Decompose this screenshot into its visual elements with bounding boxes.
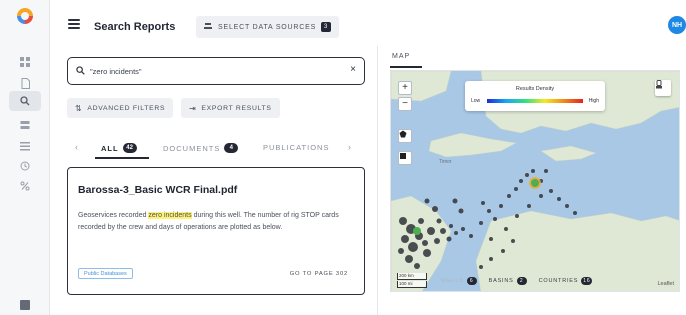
chip-basins[interactable]: BASINS 2	[489, 277, 527, 285]
scale-mi: 100 mi	[397, 281, 427, 288]
landmass-timor	[428, 132, 517, 158]
result-snippet: Geoservices recorded zero incidents duri…	[78, 210, 348, 233]
active-tab-indicator	[95, 157, 149, 159]
chip-countries[interactable]: COUNTRIES 16	[539, 277, 593, 285]
tabs-next-arrow-icon[interactable]: ›	[348, 142, 351, 152]
legend-high-label: High	[588, 98, 599, 104]
map-place-label: Timor	[439, 159, 452, 165]
chip-countries-label: COUNTRIES	[538, 278, 579, 284]
advanced-filters-button[interactable]: ⇅ ADVANCED FILTERS	[67, 98, 174, 118]
chip-basins-count: 2	[516, 277, 527, 285]
collapse-icon[interactable]	[20, 300, 30, 310]
database-icon	[204, 22, 212, 32]
rectangle-icon	[400, 153, 406, 159]
storage-icon[interactable]	[17, 117, 33, 133]
app-logo[interactable]	[17, 8, 33, 24]
data-sources-count-badge: 3	[321, 22, 332, 32]
zoom-out-button[interactable]: −	[398, 97, 412, 111]
export-results-button[interactable]: ⇥ EXPORT RESULTS	[181, 98, 280, 118]
search-nav-icon[interactable]	[9, 91, 41, 111]
map-scale: 200 km 100 mi	[397, 273, 427, 289]
search-icon	[76, 66, 85, 75]
density-legend: Results Density Low High	[465, 81, 605, 111]
result-tabs: ‹ ALL 42 DOCUMENTS 4 PUBLICATIONS ›	[67, 137, 365, 159]
chip-wells-label: WELLS	[441, 278, 464, 284]
nav-rail	[0, 0, 50, 315]
snippet-text-before: Geoservices recorded	[78, 212, 149, 219]
landmass-island	[540, 145, 597, 162]
go-to-page-link[interactable]: GO TO PAGE 302	[290, 271, 348, 277]
hamburger-menu-icon[interactable]	[68, 19, 80, 29]
filter-icon: ⇅	[75, 103, 83, 113]
select-data-sources-label: SELECT DATA SOURCES	[218, 23, 317, 31]
top-header: Search Reports SELECT DATA SOURCES 3 NH	[50, 0, 686, 46]
chip-wells[interactable]: WELLS 6	[441, 277, 477, 285]
polygon-icon	[399, 130, 407, 138]
layers-button[interactable]	[655, 80, 671, 96]
clear-search-icon[interactable]: ×	[350, 64, 356, 75]
map-tab-indicator	[390, 66, 422, 68]
list-icon[interactable]	[17, 138, 33, 154]
map-layer-chips: WELLS 6 BASINS 2 COUNTRIES 16	[441, 274, 621, 288]
highlighted-well-marker[interactable]	[531, 179, 539, 187]
scale-km: 200 km	[397, 273, 427, 280]
tab-documents-count: 4	[224, 143, 239, 153]
draw-polygon-button[interactable]	[398, 129, 412, 143]
layers-icon	[656, 80, 662, 89]
draw-rectangle-button[interactable]	[398, 151, 412, 165]
document-icon[interactable]	[17, 75, 33, 91]
search-input[interactable]	[90, 64, 340, 78]
page-title: Search Reports	[94, 21, 176, 33]
percent-icon[interactable]	[17, 178, 33, 194]
tab-publications-label: PUBLICATIONS	[263, 143, 330, 152]
legend-gradient-bar	[487, 99, 583, 103]
tab-all-count: 42	[122, 143, 137, 153]
map-attribution[interactable]: Leaflet	[657, 281, 674, 287]
tab-all-label: ALL	[101, 143, 119, 153]
secondary-well-marker[interactable]	[413, 227, 421, 235]
app-root: Search Reports SELECT DATA SOURCES 3 NH …	[0, 0, 686, 315]
dashboard-icon[interactable]	[17, 54, 33, 70]
tab-documents[interactable]: DOCUMENTS 4	[163, 143, 239, 153]
select-data-sources-button[interactable]: SELECT DATA SOURCES 3	[196, 16, 340, 38]
zoom-in-button[interactable]: +	[398, 81, 412, 95]
tab-documents-label: DOCUMENTS	[163, 143, 221, 153]
result-title[interactable]: Barossa-3_Basic WCR Final.pdf	[78, 184, 237, 196]
chip-basins-label: BASINS	[488, 278, 514, 284]
panel-divider	[377, 46, 378, 315]
snippet-highlight: zero incidents	[148, 212, 192, 219]
clock-icon[interactable]	[17, 158, 33, 174]
tabs-prev-arrow-icon[interactable]: ‹	[75, 142, 78, 152]
legend-title: Results Density	[515, 86, 555, 92]
user-avatar[interactable]: NH	[668, 16, 686, 34]
map-view[interactable]: Timor + − Results Density Low High 200 k…	[390, 70, 680, 292]
export-icon: ⇥	[189, 103, 197, 113]
tab-publications[interactable]: PUBLICATIONS	[263, 143, 329, 152]
legend-low-label: Low	[471, 98, 481, 104]
chip-countries-count: 16	[581, 277, 593, 285]
map-tab[interactable]: MAP	[392, 53, 410, 60]
result-card[interactable]: Barossa-3_Basic WCR Final.pdf Geoservice…	[67, 167, 365, 295]
source-tag: Public Databases	[78, 268, 133, 279]
chip-wells-count: 6	[466, 277, 477, 285]
search-box: ×	[67, 57, 365, 85]
tab-all[interactable]: ALL 42	[101, 143, 137, 153]
export-results-label: EXPORT RESULTS	[201, 104, 272, 112]
advanced-filters-label: ADVANCED FILTERS	[87, 104, 166, 112]
